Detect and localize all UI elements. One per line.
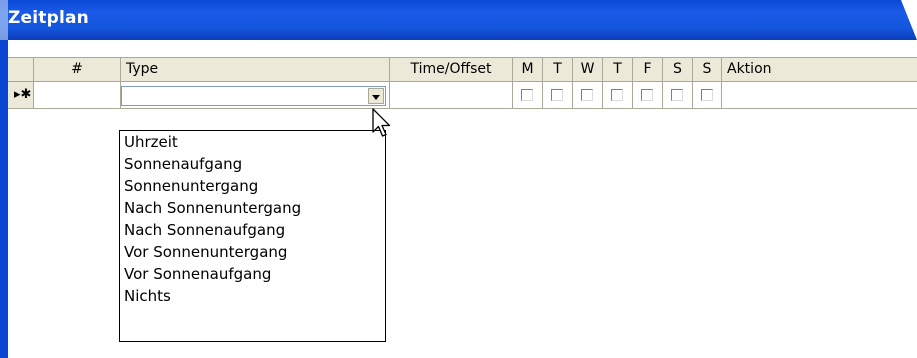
column-header-number[interactable]: # — [34, 58, 121, 81]
column-header-thursday[interactable]: T — [603, 58, 633, 81]
checkbox-thursday[interactable] — [611, 89, 623, 101]
window-title: Zeitplan — [8, 8, 89, 28]
checkbox-sunday[interactable] — [701, 89, 713, 101]
cell-number[interactable] — [34, 82, 121, 108]
header-row-selector — [8, 58, 34, 81]
titlebar-corner — [901, 0, 917, 40]
cell-wednesday[interactable] — [573, 82, 603, 108]
column-header-sunday[interactable]: S — [693, 58, 722, 81]
type-dropdown-list: Uhrzeit Sonnenaufgang Sonnenuntergang Na… — [119, 130, 386, 342]
row-selector-new-record[interactable]: ▸✱ — [8, 82, 34, 108]
column-header-saturday[interactable]: S — [663, 58, 693, 81]
checkbox-friday[interactable] — [641, 89, 653, 101]
cell-action[interactable] — [722, 82, 917, 108]
dropdown-option-nach-sonnenuntergang[interactable]: Nach Sonnenuntergang — [120, 197, 385, 219]
type-dropdown-button[interactable] — [368, 88, 384, 104]
column-header-monday[interactable]: M — [513, 58, 543, 81]
cell-time-offset[interactable] — [390, 82, 513, 108]
type-combobox[interactable] — [121, 86, 386, 106]
column-header-wednesday[interactable]: W — [573, 58, 603, 81]
dropdown-option-sonnenaufgang[interactable]: Sonnenaufgang — [120, 153, 385, 175]
dropdown-option-uhrzeit[interactable]: Uhrzeit — [120, 131, 385, 153]
cell-monday[interactable] — [513, 82, 543, 108]
cell-friday[interactable] — [633, 82, 663, 108]
checkbox-monday[interactable] — [521, 89, 533, 101]
grid-header: # Type Time/Offset M T W T F S S Aktion — [8, 57, 917, 82]
dropdown-option-vor-sonnenuntergang[interactable]: Vor Sonnenuntergang — [120, 241, 385, 263]
checkbox-saturday[interactable] — [671, 89, 683, 101]
checkbox-tuesday[interactable] — [551, 89, 563, 101]
column-header-type[interactable]: Type — [121, 58, 390, 81]
dropdown-option-sonnenuntergang[interactable]: Sonnenuntergang — [120, 175, 385, 197]
column-header-action[interactable]: Aktion — [722, 58, 917, 81]
cell-sunday[interactable] — [693, 82, 722, 108]
dropdown-option-nach-sonnenaufgang[interactable]: Nach Sonnenaufgang — [120, 219, 385, 241]
mouse-cursor-icon — [372, 108, 391, 137]
window-left-border — [0, 40, 8, 358]
titlebar-left-highlight — [0, 0, 8, 40]
cell-thursday[interactable] — [603, 82, 633, 108]
dropdown-option-nichts[interactable]: Nichts — [120, 285, 385, 307]
dropdown-option-vor-sonnenaufgang[interactable]: Vor Sonnenaufgang — [120, 263, 385, 285]
checkbox-wednesday[interactable] — [581, 89, 593, 101]
chevron-down-icon — [372, 95, 380, 100]
cell-saturday[interactable] — [663, 82, 693, 108]
column-header-tuesday[interactable]: T — [543, 58, 573, 81]
column-header-friday[interactable]: F — [633, 58, 663, 81]
window-titlebar[interactable]: Zeitplan — [0, 0, 917, 40]
cell-tuesday[interactable] — [543, 82, 573, 108]
column-header-time-offset[interactable]: Time/Offset — [390, 58, 513, 81]
